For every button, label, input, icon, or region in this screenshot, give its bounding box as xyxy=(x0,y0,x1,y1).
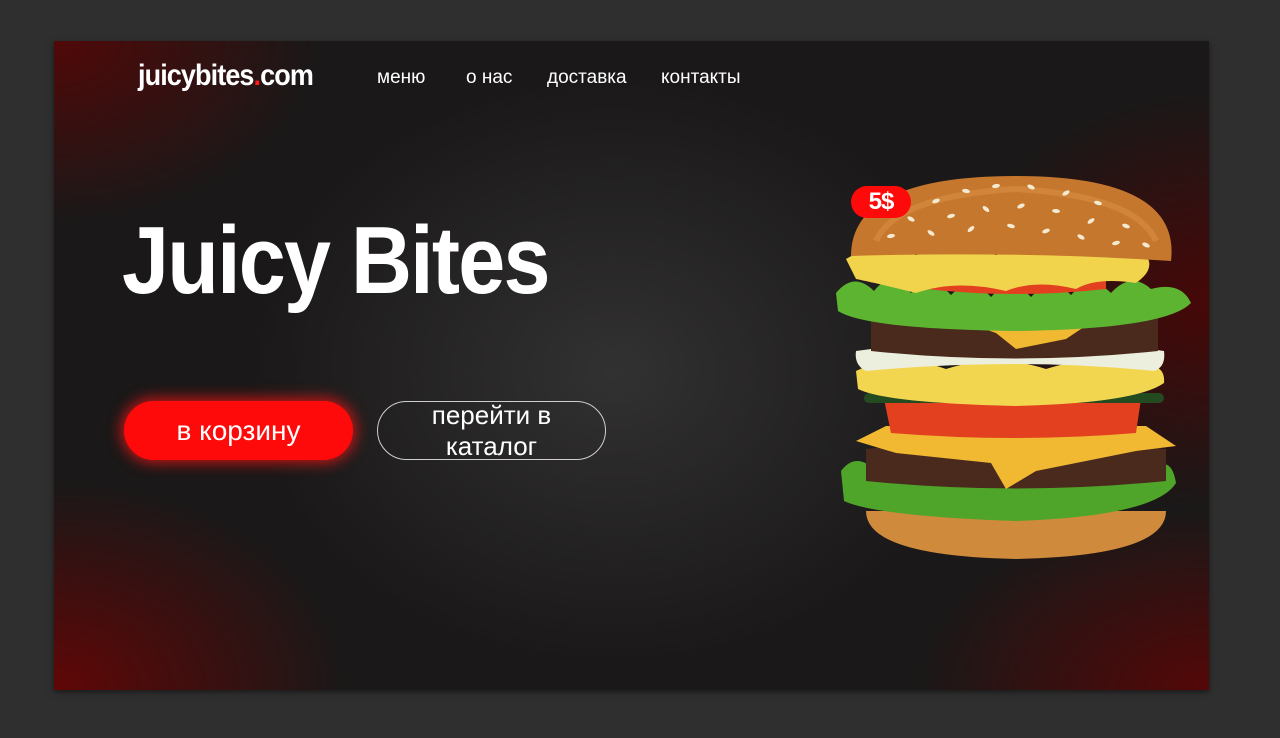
nav-item-contacts[interactable]: контакты xyxy=(661,67,741,89)
price-badge: 5$ xyxy=(851,186,911,218)
burger-image xyxy=(836,176,1191,559)
nav-item-menu[interactable]: меню xyxy=(377,67,425,89)
site-logo[interactable]: juicybites.com xyxy=(138,59,314,93)
nav-item-about[interactable]: о нас xyxy=(466,67,512,89)
logo-dot: . xyxy=(253,59,262,92)
logo-text: juicybites xyxy=(138,59,254,92)
nav-item-delivery[interactable]: доставка xyxy=(547,67,627,89)
landing-artboard: juicybites.com меню о нас доставка конта… xyxy=(54,41,1209,690)
go-to-catalog-button[interactable]: перейти в каталог xyxy=(377,400,606,461)
logo-suffix: com xyxy=(260,59,314,92)
hero-title: Juicy Bites xyxy=(122,207,550,314)
add-to-cart-button[interactable]: в корзину xyxy=(124,401,353,460)
